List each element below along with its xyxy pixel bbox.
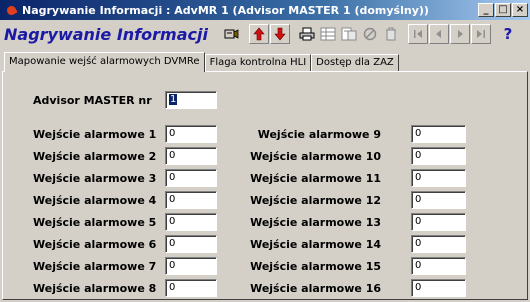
last-record-button[interactable] bbox=[470, 24, 491, 44]
arrow-up-icon bbox=[253, 27, 265, 41]
alarm-input-label: Wejście alarmowe 15 bbox=[250, 260, 381, 273]
next-record-button[interactable] bbox=[449, 24, 470, 44]
grid-button[interactable] bbox=[318, 24, 338, 44]
alarm-input-label: Wejście alarmowe 14 bbox=[250, 238, 381, 251]
tab-zaz-access[interactable]: Dostęp dla ZAZ bbox=[311, 54, 399, 72]
previous-record-button[interactable] bbox=[428, 24, 449, 44]
alarm-input-label: Wejście alarmowe 2 bbox=[33, 150, 157, 163]
prev-icon bbox=[435, 30, 441, 38]
page-heading: Nagrywanie Informacji bbox=[4, 24, 208, 44]
advisor-master-value: 1 bbox=[169, 94, 178, 105]
alarm-input-field[interactable]: 0 bbox=[411, 191, 466, 209]
alarm-input-field[interactable]: 0 bbox=[411, 125, 466, 143]
maximize-button[interactable]: □ bbox=[495, 3, 511, 17]
record-icon bbox=[224, 29, 239, 39]
alarm-input-field[interactable]: 0 bbox=[165, 125, 217, 143]
next-icon bbox=[457, 30, 463, 38]
tab-panel: Advisor MASTER nr 1 Wejście alarmowe 10W… bbox=[2, 71, 528, 300]
tab-alarm-input-mapping[interactable]: Mapowanie wejść alarmowych DVMRe bbox=[4, 52, 205, 72]
alarm-input-label: Wejście alarmowe 13 bbox=[250, 216, 381, 229]
last-icon bbox=[476, 30, 485, 38]
alarm-input-label: Wejście alarmowe 10 bbox=[250, 150, 381, 163]
alarm-input-label: Wejście alarmowe 12 bbox=[250, 194, 381, 207]
alarm-input-field[interactable]: 0 bbox=[165, 213, 217, 231]
toolbar: Nagrywanie Informacji ? bbox=[0, 20, 530, 48]
arrow-down-icon bbox=[274, 27, 286, 41]
alarm-input-label: Wejście alarmowe 3 bbox=[33, 172, 157, 185]
move-up-button[interactable] bbox=[248, 24, 269, 44]
record-button[interactable] bbox=[222, 24, 242, 44]
alarm-input-field[interactable]: 0 bbox=[411, 257, 466, 275]
alarm-input-field[interactable]: 0 bbox=[411, 279, 466, 297]
alarm-input-label: Wejście alarmowe 4 bbox=[33, 194, 157, 207]
minimize-button[interactable]: _ bbox=[478, 3, 494, 17]
alarm-input-label: Wejście alarmowe 5 bbox=[33, 216, 157, 229]
alarm-input-field[interactable]: 0 bbox=[165, 191, 217, 209]
first-record-button[interactable] bbox=[407, 24, 428, 44]
alarm-input-field[interactable]: 0 bbox=[165, 169, 217, 187]
app-icon[interactable] bbox=[6, 4, 18, 16]
tab-strip: Mapowanie wejść alarmowych DVMRe Flaga k… bbox=[4, 52, 399, 72]
alarm-input-field[interactable]: 0 bbox=[411, 235, 466, 253]
first-icon bbox=[413, 30, 422, 38]
window-title: Nagrywanie Informacji : AdvMR 1 (Advisor… bbox=[22, 3, 429, 17]
alarm-input-label: Wejście alarmowe 9 bbox=[257, 128, 381, 141]
alarm-input-field[interactable]: 0 bbox=[411, 213, 466, 231]
help-icon: ? bbox=[503, 25, 513, 43]
alarm-input-field[interactable]: 0 bbox=[411, 147, 466, 165]
alarm-input-label: Wejście alarmowe 1 bbox=[33, 128, 157, 141]
grid-icon bbox=[320, 27, 336, 41]
title-bar[interactable]: Nagrywanie Informacji : AdvMR 1 (Advisor… bbox=[0, 0, 530, 20]
alarm-input-field[interactable]: 0 bbox=[411, 169, 466, 187]
advisor-master-field[interactable]: 1 bbox=[165, 91, 217, 109]
trash-icon bbox=[385, 27, 396, 41]
tab-hli-control-flag[interactable]: Flaga kontrolna HLI bbox=[204, 54, 312, 72]
alarm-input-label: Wejście alarmowe 6 bbox=[33, 238, 157, 251]
delete-button[interactable] bbox=[381, 24, 401, 44]
alarm-input-field[interactable]: 0 bbox=[165, 235, 217, 253]
print-icon bbox=[299, 27, 315, 41]
alarm-input-label: Wejście alarmowe 16 bbox=[250, 282, 381, 295]
alarm-input-label: Wejście alarmowe 8 bbox=[33, 282, 157, 295]
advisor-master-label: Advisor MASTER nr bbox=[33, 94, 152, 107]
export-icon bbox=[341, 27, 357, 41]
move-down-button[interactable] bbox=[269, 24, 290, 44]
alarm-input-label: Wejście alarmowe 7 bbox=[33, 260, 157, 273]
alarm-input-field[interactable]: 0 bbox=[165, 257, 217, 275]
cancel-button[interactable] bbox=[360, 24, 380, 44]
close-button[interactable]: × bbox=[512, 3, 528, 17]
print-button[interactable] bbox=[297, 24, 317, 44]
alarm-input-field[interactable]: 0 bbox=[165, 147, 217, 165]
cancel-icon bbox=[363, 27, 377, 41]
help-button[interactable]: ? bbox=[498, 24, 518, 44]
export-button[interactable] bbox=[339, 24, 359, 44]
alarm-input-label: Wejście alarmowe 11 bbox=[250, 172, 381, 185]
alarm-input-field[interactable]: 0 bbox=[165, 279, 217, 297]
